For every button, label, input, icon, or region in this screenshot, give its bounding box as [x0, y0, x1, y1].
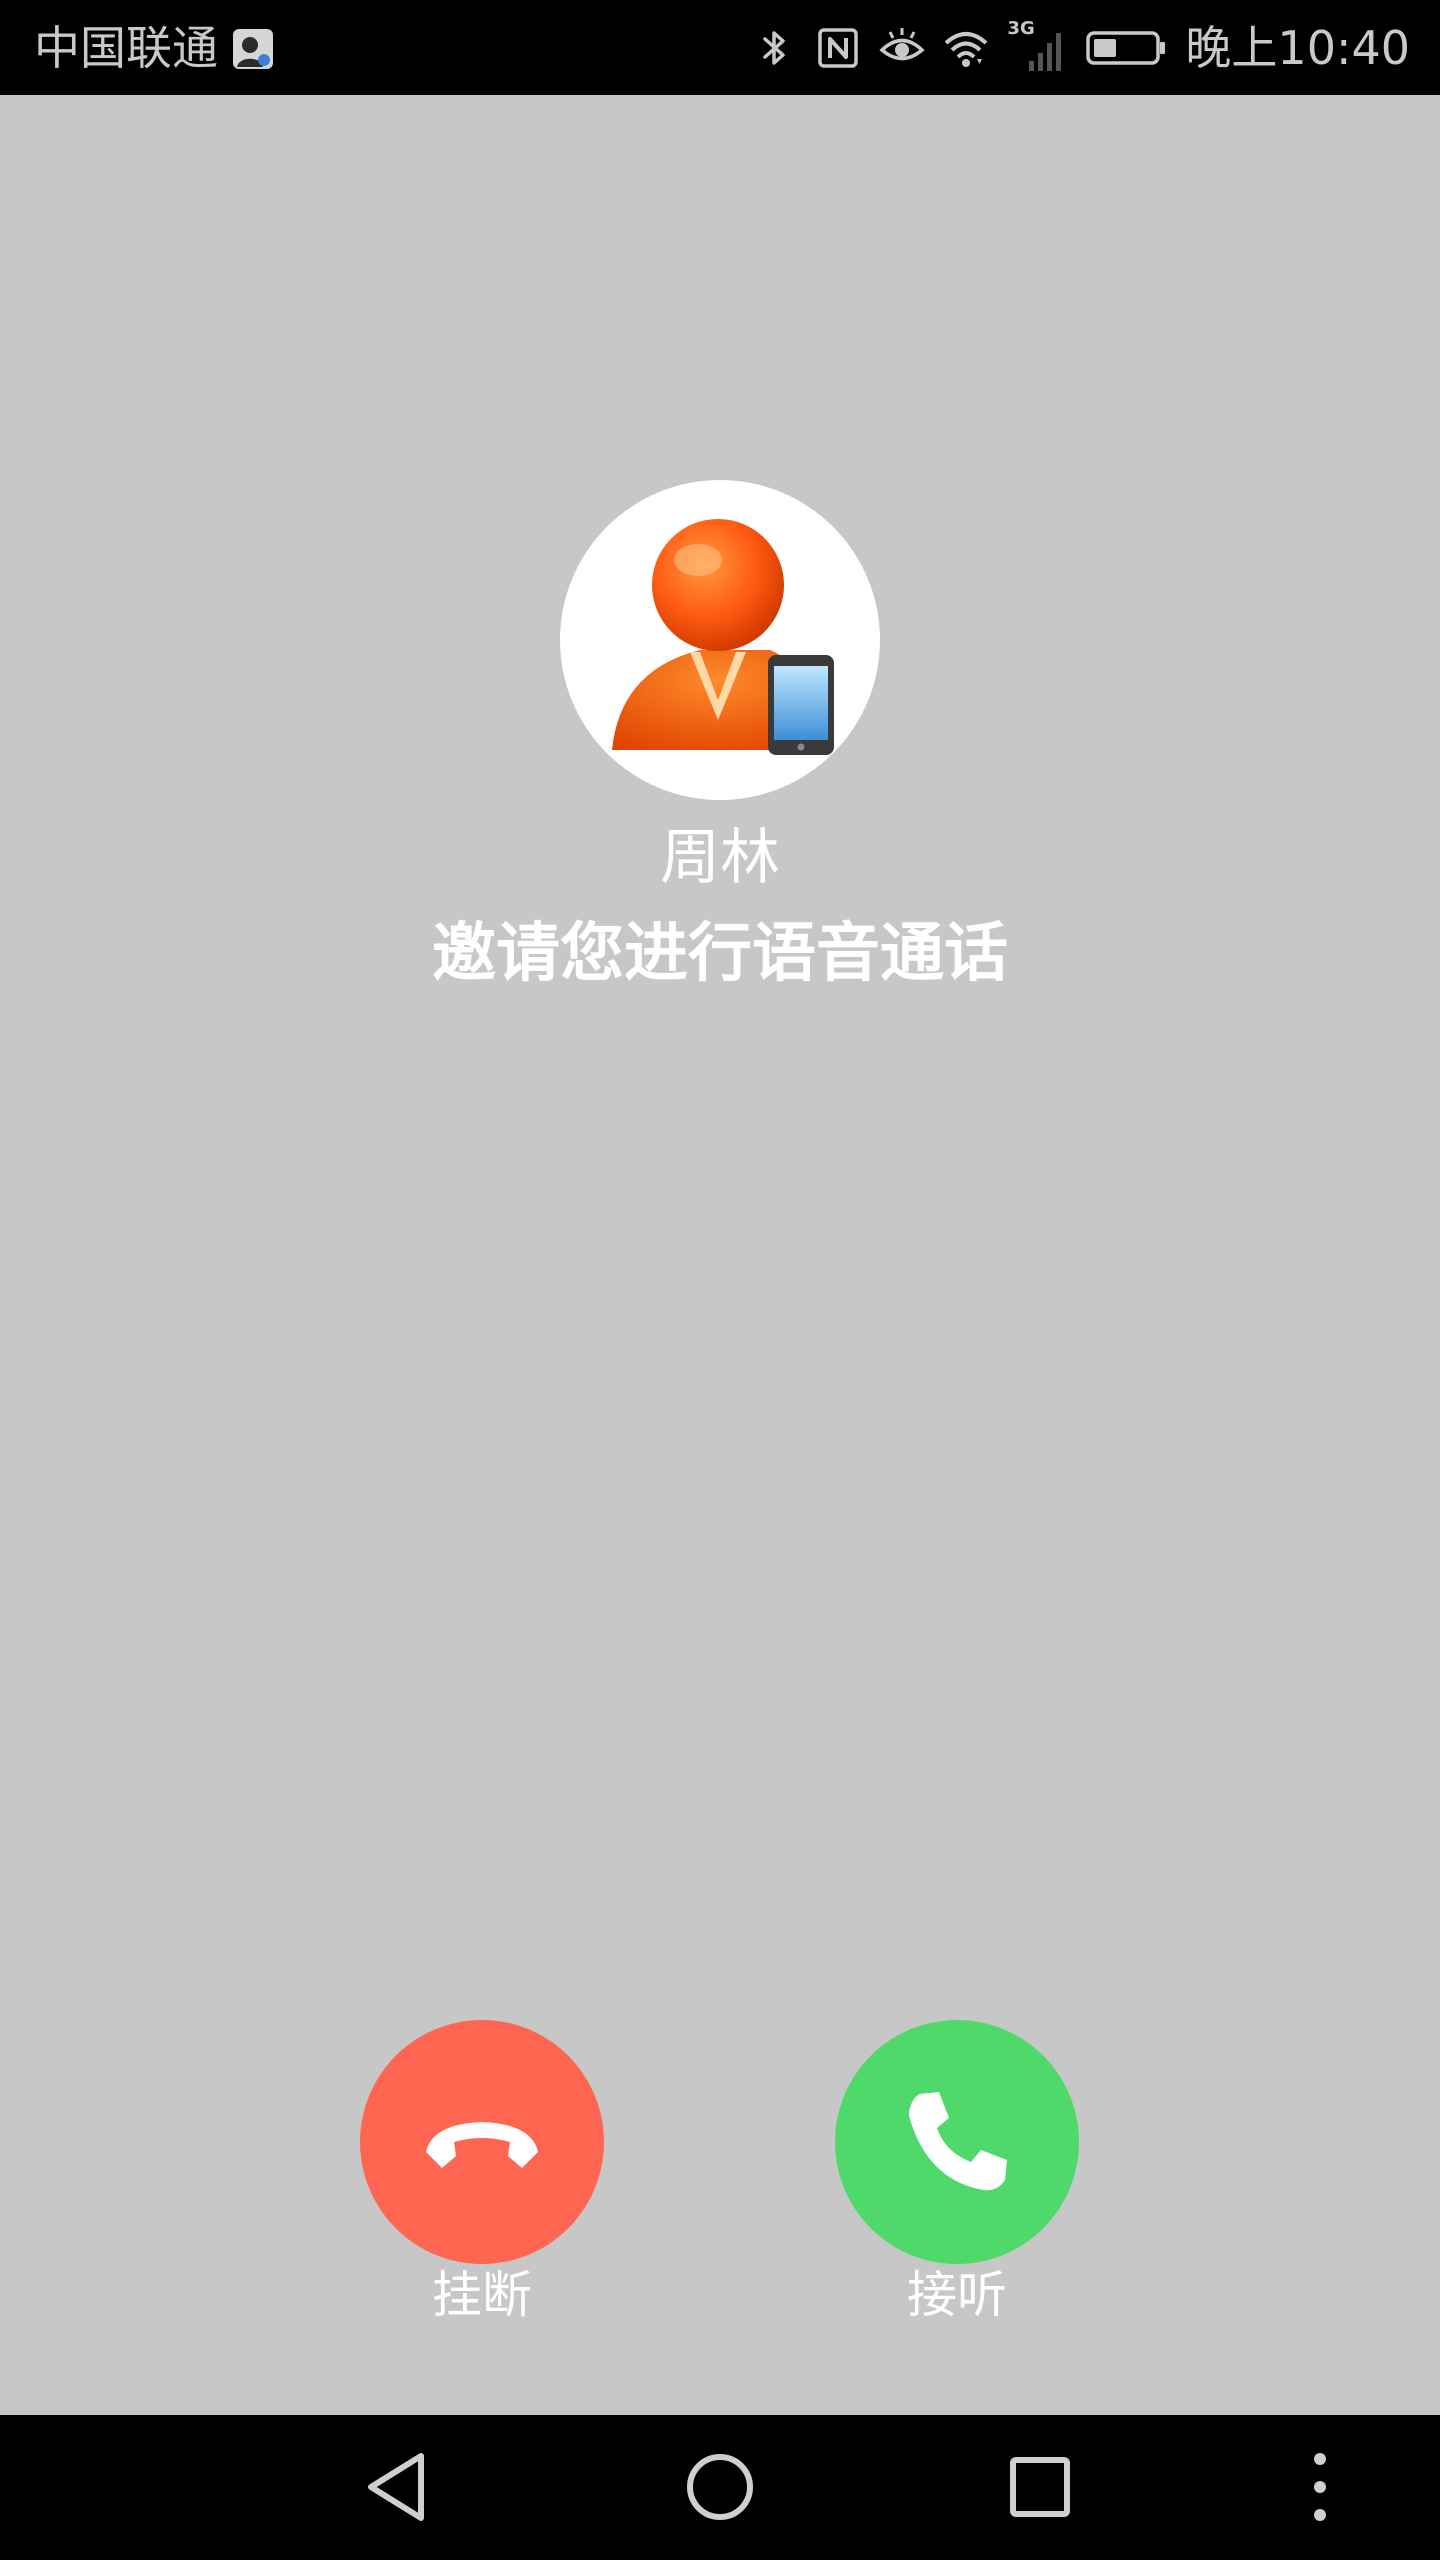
- bluetooth-icon: [751, 25, 797, 71]
- back-button[interactable]: [355, 2442, 445, 2532]
- profile-icon: [230, 26, 276, 72]
- home-icon: [687, 2454, 753, 2520]
- hangup-label: 挂断: [432, 2266, 532, 2324]
- hangup-phone-icon: [426, 2122, 538, 2168]
- caller-name: 周林: [660, 823, 780, 893]
- status-clock: 晚上10:40: [1185, 21, 1410, 75]
- answer-label: 接听: [907, 2266, 1007, 2324]
- hangup-button[interactable]: [360, 2020, 604, 2264]
- more-icon: [1314, 2453, 1326, 2521]
- home-button[interactable]: [675, 2442, 765, 2532]
- more-options-button[interactable]: [1275, 2442, 1365, 2532]
- recent-apps-icon: [1010, 2457, 1070, 2517]
- back-icon: [368, 2453, 424, 2521]
- call-invite-text: 邀请您进行语音通话: [432, 917, 1008, 991]
- signal-icon: 3G: [1007, 19, 1067, 73]
- answer-button[interactable]: [835, 2020, 1079, 2264]
- eye-comfort-icon: [879, 25, 926, 71]
- caller-avatar: [560, 480, 880, 800]
- nfc-icon: [815, 25, 861, 71]
- phone-icon: [909, 2092, 1007, 2191]
- navigation-bar: [0, 2415, 1440, 2560]
- status-bar: 中国联通 3G 晚上10:40: [0, 0, 1440, 95]
- status-icons: 3G 晚上10:40: [751, 18, 1410, 78]
- battery-icon: [1085, 25, 1167, 71]
- network-type: 3G: [1007, 18, 1035, 39]
- carrier-name: 中国联通: [34, 21, 218, 75]
- mobile-contact-avatar-icon: [612, 519, 834, 755]
- recent-apps-button[interactable]: [995, 2442, 1085, 2532]
- wifi-icon: [943, 25, 989, 71]
